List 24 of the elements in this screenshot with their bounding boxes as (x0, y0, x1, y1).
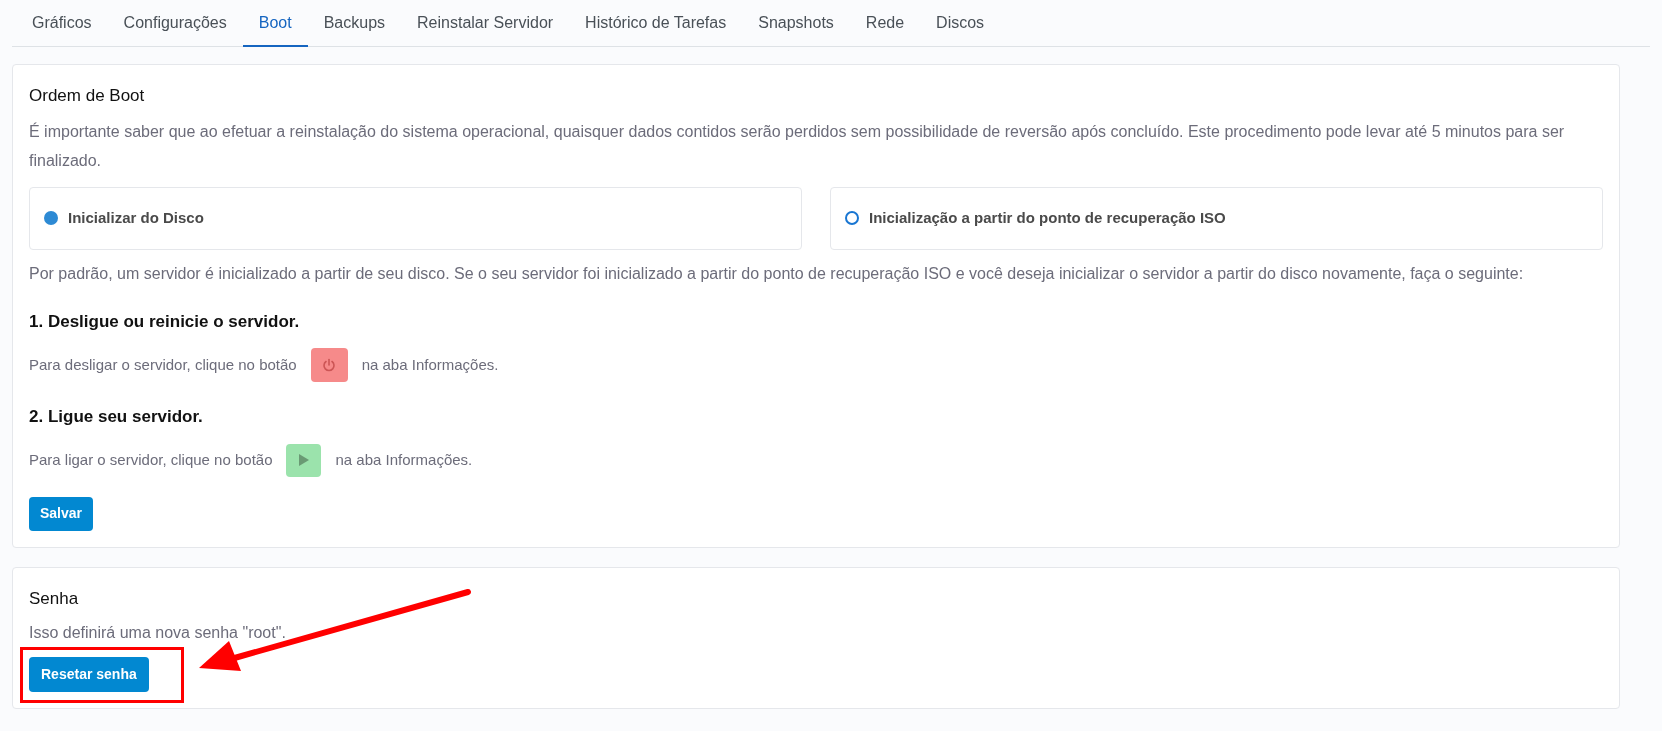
step-heading: 2. Ligue seu servidor. (29, 406, 204, 428)
instruction-text: Para ligar o servidor, clique no botão (29, 449, 273, 470)
tab[interactable]: Reinstalar Servidor (401, 0, 570, 47)
description-text: Isso definirá uma nova senha "root". (29, 623, 287, 643)
tab[interactable]: Boot (242, 0, 308, 47)
instruction-text: na aba Informações. (335, 449, 473, 470)
description-text: É importante saber que ao efetuar a reinstalação do sistema operacional, quaisquer dados contidos serão perdidos sem possibilidade de reversão após concluído. Este procedimento pode levar até 5 minutos para ser finalizado. (29, 121, 1566, 171)
info-text: Por padrão, um servidor é inicializado a partir de seu disco. Se o seu servidor foi inicializado a partir do ponto de recuperação ISO e você deseja inicializar o servidor a partir do disco novamente, faça o seguinte: (29, 263, 1525, 284)
tab[interactable]: Backups (307, 0, 402, 47)
reset-password-button[interactable]: Resetar senha (29, 657, 149, 692)
section-title: Senha (29, 587, 80, 610)
tab[interactable]: Configurações (107, 0, 243, 47)
tab[interactable]: Rede (849, 0, 921, 47)
save-button[interactable]: Salvar (29, 496, 94, 531)
tab[interactable]: Discos (920, 0, 1001, 47)
radio-option[interactable]: Inicialização a partir do ponto de recuperação ISO (830, 186, 1603, 250)
section-title: Ordem de Boot (29, 85, 146, 107)
step-heading: 1. Desligue ou reinicie o servidor. (29, 310, 301, 333)
radio-option[interactable]: Inicializar do Disco (29, 186, 802, 250)
instruction-text: Para desligar o servidor, clique no botão (29, 354, 297, 375)
instruction-text: na aba Informações. (361, 354, 499, 375)
tab[interactable]: Histórico de Tarefas (569, 0, 743, 47)
tab[interactable]: Snapshots (742, 0, 850, 47)
tab[interactable]: Gráficos (16, 0, 108, 47)
